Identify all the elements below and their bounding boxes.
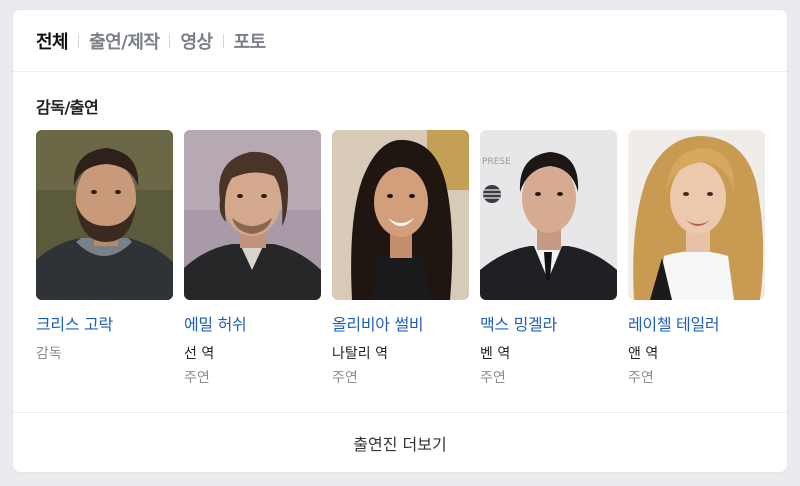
person-name[interactable]: 레이첼 테일러	[628, 311, 765, 335]
tab-cast-production[interactable]: 출연/제작	[89, 28, 160, 54]
person-position: 감독	[36, 346, 62, 362]
person-photo-image	[36, 130, 173, 300]
tab-all[interactable]: 전체	[36, 28, 69, 54]
person-role: 앤 역	[628, 346, 659, 362]
person-name[interactable]: 올리비아 썰비	[332, 311, 469, 335]
person-position: 주연	[184, 370, 210, 386]
person-card[interactable]: 올리비아 썰비 나탈리 역 주연	[332, 130, 469, 387]
person-name[interactable]: 크리스 고락	[36, 311, 173, 335]
tab-video[interactable]: 영상	[180, 28, 213, 54]
people-list: 크리스 고락 감독 에밀 허쉬 선 역 주연 올리비아 썰비 나탈리 역 주연 …	[36, 130, 765, 387]
person-photo[interactable]: PRESE	[480, 130, 617, 300]
cast-card: 전체 출연/제작 영상 포토 감독/출연 크리스 고락 감독 에밀 허쉬 선 역…	[12, 9, 788, 473]
svg-text:PRESE: PRESE	[482, 157, 511, 167]
person-card[interactable]: 에밀 허쉬 선 역 주연	[184, 130, 321, 387]
more-cast-button[interactable]: 출연진 더보기	[13, 412, 787, 472]
person-photo[interactable]	[36, 130, 173, 300]
tab-bar: 전체 출연/제작 영상 포토	[13, 10, 787, 72]
person-card[interactable]: 크리스 고락 감독	[36, 130, 173, 387]
tab-photo[interactable]: 포토	[234, 28, 267, 54]
person-card[interactable]: PRESE 맥스 밍겔라 벤 역 주연	[480, 130, 617, 387]
person-photo-image	[332, 130, 469, 300]
person-photo-image	[628, 130, 765, 300]
person-position: 주연	[628, 370, 654, 386]
person-role: 나탈리 역	[332, 346, 388, 362]
person-name[interactable]: 맥스 밍겔라	[480, 311, 617, 335]
person-photo[interactable]	[628, 130, 765, 300]
person-photo-image: PRESE	[480, 130, 617, 300]
tab-divider	[169, 33, 171, 48]
person-photo-image	[184, 130, 321, 300]
tab-divider	[78, 33, 80, 48]
person-name[interactable]: 에밀 허쉬	[184, 311, 321, 335]
person-position: 주연	[480, 370, 506, 386]
person-photo[interactable]	[332, 130, 469, 300]
section-title: 감독/출연	[36, 98, 99, 117]
person-role: 선 역	[184, 346, 215, 362]
person-role: 벤 역	[480, 346, 511, 362]
person-position: 주연	[332, 370, 358, 386]
person-card[interactable]: 레이첼 테일러 앤 역 주연	[628, 130, 765, 387]
person-photo[interactable]	[184, 130, 321, 300]
tab-divider	[222, 33, 224, 48]
